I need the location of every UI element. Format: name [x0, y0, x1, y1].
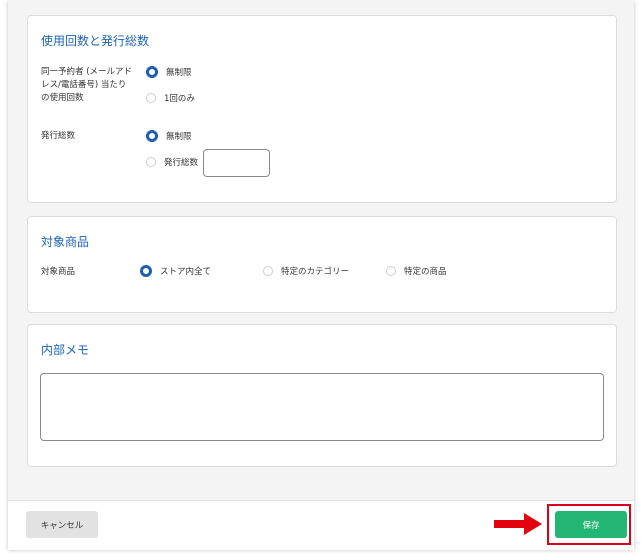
- radio-label: 無制限: [166, 68, 192, 78]
- total-issue-label: 発行総数: [41, 131, 76, 141]
- cancel-button[interactable]: キャンセル: [26, 511, 98, 538]
- radio-label: ストア内全て: [160, 267, 212, 277]
- per-customer-once-radio[interactable]: 1回のみ: [146, 92, 195, 104]
- per-customer-usage-label-line: レス/電話番号) 当たり: [41, 80, 127, 90]
- radio-label: 特定のカテゴリー: [281, 267, 350, 277]
- target-category-radio[interactable]: 特定のカテゴリー: [263, 265, 349, 277]
- radio-unselected-icon: [263, 266, 273, 276]
- radio-selected-icon: [146, 66, 158, 78]
- target-products-card: 対象商品 対象商品 ストア内全て 特定のカテゴリー 特定の商品: [27, 216, 617, 313]
- per-customer-unlimited-radio[interactable]: 無制限: [146, 66, 192, 78]
- usage-card: 使用回数と発行総数 同一予約者 (メールアド レス/電話番号) 当たり の使用回…: [27, 15, 617, 203]
- total-issue-input[interactable]: [203, 149, 270, 177]
- radio-selected-icon: [146, 130, 158, 142]
- radio-selected-icon: [140, 265, 152, 277]
- radio-unselected-icon: [386, 266, 396, 276]
- per-customer-usage-label-line: の使用回数: [41, 93, 84, 103]
- page-background: 使用回数と発行総数 同一予約者 (メールアド レス/電話番号) 当たり の使用回…: [8, 0, 634, 549]
- per-customer-usage-label: 同一予約者 (メールアド レス/電話番号) 当たり の使用回数: [41, 66, 151, 105]
- internal-memo-card-title: 内部メモ: [41, 343, 90, 357]
- per-customer-usage-label-line: 同一予約者 (メールアド: [41, 67, 133, 77]
- action-footer: キャンセル 保存: [8, 500, 634, 550]
- usage-card-title: 使用回数と発行総数: [41, 34, 150, 48]
- internal-memo-textarea[interactable]: [40, 373, 604, 441]
- arrow-right-icon: [494, 513, 542, 535]
- radio-label: 発行総数: [164, 158, 199, 168]
- radio-unselected-icon: [146, 157, 156, 167]
- radio-label: 特定の商品: [404, 267, 447, 277]
- radio-unselected-icon: [146, 93, 156, 103]
- internal-memo-card: 内部メモ: [27, 324, 617, 467]
- total-limited-radio[interactable]: 発行総数: [146, 156, 198, 168]
- save-button[interactable]: 保存: [555, 511, 627, 538]
- radio-label: 無制限: [166, 132, 192, 142]
- target-products-card-title: 対象商品: [41, 235, 90, 249]
- target-product-radio[interactable]: 特定の商品: [386, 265, 447, 277]
- target-all-store-radio[interactable]: ストア内全て: [140, 265, 211, 277]
- total-unlimited-radio[interactable]: 無制限: [146, 130, 192, 142]
- target-products-label: 対象商品: [41, 267, 76, 277]
- radio-label: 1回のみ: [164, 94, 195, 104]
